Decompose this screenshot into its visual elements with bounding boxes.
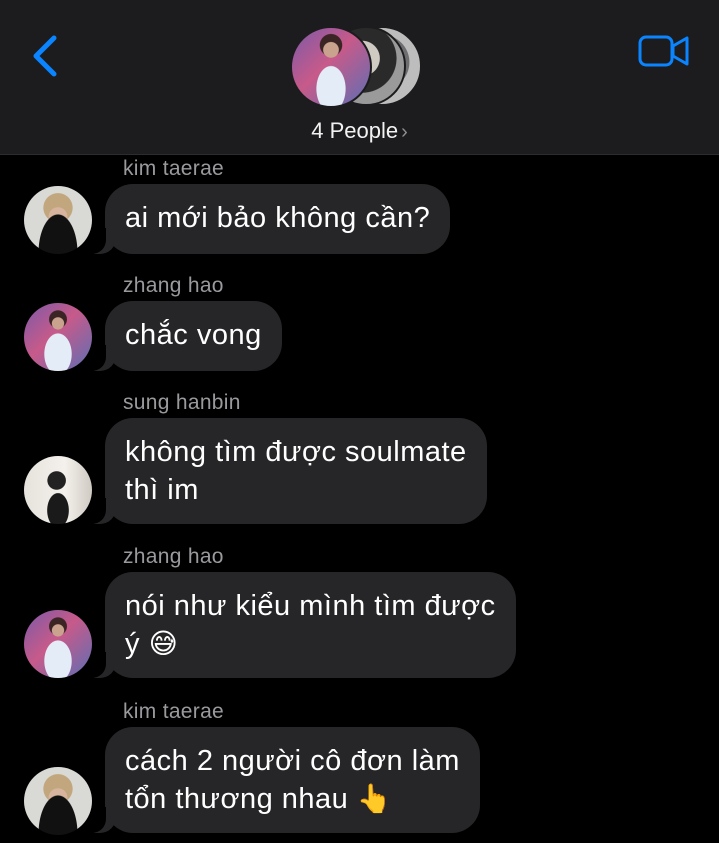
- pointing-up-emoji: 👆: [356, 782, 393, 815]
- participants-button[interactable]: 4 People ›: [0, 118, 719, 144]
- message-text: tổn thương nhau: [125, 783, 349, 815]
- sender-name: kim taerae: [123, 157, 225, 180]
- message-group: kim taerae ai mới bảo không cần?: [0, 154, 719, 264]
- sweat-smile-emoji: 😅: [148, 627, 179, 660]
- sender-name: sung hanbin: [123, 391, 241, 414]
- back-chevron-icon[interactable]: [28, 32, 64, 80]
- message-text-line: cách 2 người cô đơn làm: [125, 745, 460, 777]
- message-text: chắc vong: [125, 319, 262, 351]
- message-bubble[interactable]: không tìm được soulmate thì im: [105, 418, 487, 524]
- message-group: sung hanbin không tìm được soulmate thì …: [0, 388, 719, 528]
- message-text-line: tổn thương nhau 👆: [125, 780, 460, 818]
- bubble-tail: [82, 498, 116, 524]
- avatar[interactable]: [24, 303, 92, 371]
- message-text-line: ý 😅: [125, 625, 496, 663]
- message-text: ý: [125, 628, 140, 660]
- message-text-line: không tìm được soulmate: [125, 436, 467, 468]
- message-text-line: thì im: [125, 474, 199, 506]
- avatar[interactable]: [24, 186, 92, 254]
- message-group: zhang hao nói như kiểu mình tìm được ý 😅: [0, 542, 719, 682]
- avatar[interactable]: [24, 610, 92, 678]
- bubble-tail: [82, 345, 116, 371]
- message-text-line: nói như kiểu mình tìm được: [125, 590, 496, 622]
- message-group: zhang hao chắc vong: [0, 271, 719, 381]
- message-text: ai mới bảo không cần?: [125, 202, 431, 234]
- message-group: kim taerae cách 2 người cô đơn làm tổn t…: [0, 697, 719, 843]
- group-member-avatar: [290, 26, 372, 108]
- bubble-tail: [82, 807, 116, 833]
- message-bubble[interactable]: chắc vong: [105, 301, 282, 371]
- avatar[interactable]: [24, 767, 92, 835]
- chevron-right-icon: ›: [401, 121, 408, 143]
- bubble-tail: [82, 652, 116, 678]
- message-bubble[interactable]: nói như kiểu mình tìm được ý 😅: [105, 572, 516, 678]
- sender-name: zhang hao: [123, 545, 224, 568]
- avatar[interactable]: [24, 456, 92, 524]
- sender-name: kim taerae: [123, 700, 225, 723]
- group-avatar-stack[interactable]: [290, 26, 430, 108]
- video-camera-icon[interactable]: [638, 34, 690, 68]
- participants-label: 4 People: [311, 118, 399, 143]
- message-bubble[interactable]: ai mới bảo không cần?: [105, 184, 451, 254]
- sender-name: zhang hao: [123, 274, 224, 297]
- message-bubble[interactable]: cách 2 người cô đơn làm tổn thương nhau …: [105, 727, 480, 833]
- bubble-tail: [82, 228, 116, 254]
- chat-header: 4 People ›: [0, 0, 719, 155]
